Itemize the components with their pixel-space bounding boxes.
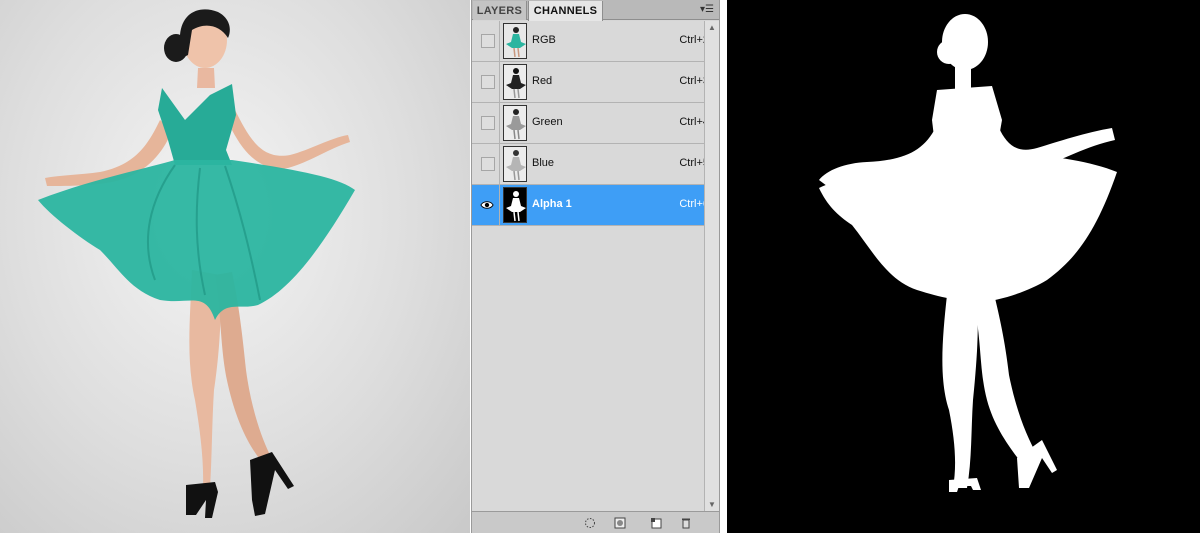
channel-thumbnail-alpha bbox=[503, 187, 527, 223]
channel-name: Green bbox=[532, 116, 563, 128]
scrollbar[interactable]: ▲ ▼ bbox=[704, 21, 719, 511]
workspace: LAYERS CHANNELS ▾☰ RGB Ctrl+2 Red Ctrl+3… bbox=[0, 0, 1200, 533]
visibility-toggle[interactable] bbox=[481, 75, 495, 89]
visibility-toggle[interactable] bbox=[481, 157, 495, 171]
visibility-toggle[interactable] bbox=[481, 34, 495, 48]
panel-menu-icon[interactable]: ▾☰ bbox=[699, 3, 715, 15]
new-channel-icon[interactable] bbox=[648, 515, 664, 531]
channel-thumbnail-rgb bbox=[503, 23, 527, 59]
channel-name: Alpha 1 bbox=[532, 198, 572, 210]
channels-panel: LAYERS CHANNELS ▾☰ RGB Ctrl+2 Red Ctrl+3… bbox=[471, 0, 720, 533]
visibility-toggle[interactable] bbox=[481, 116, 495, 130]
row-separator bbox=[499, 103, 500, 143]
row-separator bbox=[499, 185, 500, 225]
channel-name: RGB bbox=[532, 34, 556, 46]
channel-thumbnail-green bbox=[503, 105, 527, 141]
channel-row-red[interactable]: Red Ctrl+3 bbox=[472, 62, 719, 103]
source-photo bbox=[0, 0, 470, 533]
scroll-down-arrow-icon[interactable]: ▼ bbox=[708, 500, 716, 509]
channel-row-blue[interactable]: Blue Ctrl+5 bbox=[472, 144, 719, 185]
delete-channel-icon[interactable] bbox=[678, 515, 694, 531]
channel-list: RGB Ctrl+2 Red Ctrl+3 Green Ctrl+4 Blue … bbox=[472, 21, 719, 511]
channel-name: Blue bbox=[532, 157, 555, 169]
panel-tabbar: LAYERS CHANNELS ▾☰ bbox=[472, 0, 719, 21]
channel-row-green[interactable]: Green Ctrl+4 bbox=[472, 103, 719, 144]
row-separator bbox=[499, 62, 500, 102]
row-separator bbox=[499, 21, 500, 61]
channel-thumbnail-blue bbox=[503, 146, 527, 182]
load-selection-icon[interactable] bbox=[582, 515, 598, 531]
tab-layers[interactable]: LAYERS bbox=[473, 1, 527, 20]
channel-row-alpha-1[interactable]: Alpha 1 Ctrl+6 bbox=[472, 185, 719, 226]
alpha-mask-preview bbox=[727, 0, 1200, 533]
channel-name: Red bbox=[532, 75, 553, 87]
save-selection-icon[interactable] bbox=[612, 515, 628, 531]
panel-bottom-toolbar bbox=[472, 511, 719, 533]
eye-icon[interactable] bbox=[480, 198, 494, 212]
row-separator bbox=[499, 144, 500, 184]
channel-row-rgb[interactable]: RGB Ctrl+2 bbox=[472, 21, 719, 62]
scroll-up-arrow-icon[interactable]: ▲ bbox=[708, 23, 716, 32]
channel-thumbnail-red bbox=[503, 64, 527, 100]
tab-channels[interactable]: CHANNELS bbox=[528, 1, 603, 21]
